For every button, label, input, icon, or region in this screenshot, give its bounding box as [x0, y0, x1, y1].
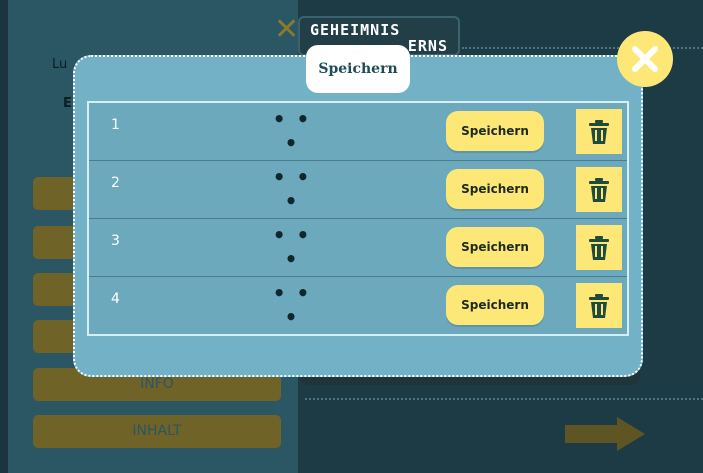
slot-number: 1 — [111, 117, 120, 133]
save-slot-button-4[interactable]: Speichern — [446, 285, 544, 325]
trash-icon — [589, 177, 609, 202]
save-slot-list: 1 • • • Speichern 2 • • • Speichern 3 • … — [87, 101, 629, 336]
trash-icon — [589, 119, 609, 144]
dialog-title: Speichern — [306, 45, 410, 93]
slot-number: 3 — [111, 233, 120, 249]
delete-slot-button-1[interactable] — [576, 109, 622, 154]
background-user-label: Lu — [52, 57, 68, 72]
save-slot-row-4: 4 • • • Speichern — [89, 277, 627, 334]
save-slot-button-3[interactable]: Speichern — [446, 227, 544, 267]
slot-name: • • • — [272, 107, 312, 155]
slot-number: 4 — [111, 291, 120, 307]
slot-name: • • • — [272, 223, 312, 271]
background-logo-line-1: GEHEIMNIS — [310, 21, 401, 39]
trash-icon — [589, 235, 609, 260]
save-slot-row-2: 2 • • • Speichern — [89, 161, 627, 219]
save-slot-button-1[interactable]: Speichern — [446, 111, 544, 151]
slot-name: • • • — [272, 281, 312, 329]
close-icon — [632, 46, 658, 72]
save-slot-row-3: 3 • • • Speichern — [89, 219, 627, 277]
slot-number: 2 — [111, 175, 120, 191]
slot-name: • • • — [272, 165, 312, 213]
delete-slot-button-2[interactable] — [576, 167, 622, 212]
next-arrow-icon — [565, 417, 645, 451]
background-letter: E — [63, 96, 72, 111]
delete-slot-button-3[interactable] — [576, 225, 622, 270]
background-edge — [0, 0, 8, 473]
delete-slot-button-4[interactable] — [576, 283, 622, 328]
background-divider — [305, 398, 703, 400]
save-slot-button-2[interactable]: Speichern — [446, 169, 544, 209]
trash-icon — [589, 293, 609, 318]
save-slot-row-1: 1 • • • Speichern — [89, 103, 627, 161]
close-button[interactable] — [617, 31, 673, 87]
background-menu-button-inhalt: INHALT — [33, 415, 281, 448]
